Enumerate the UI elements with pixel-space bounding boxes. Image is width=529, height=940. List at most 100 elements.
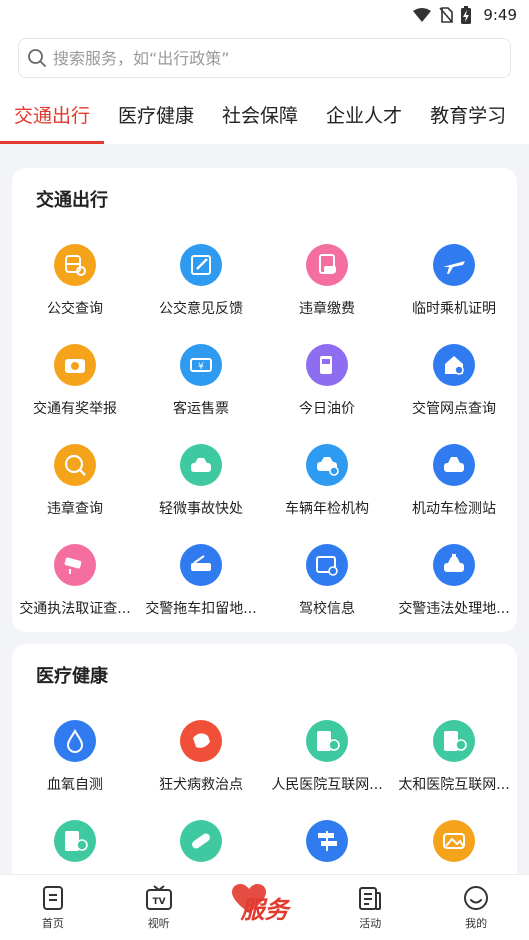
search-input[interactable] xyxy=(53,48,473,68)
hospital-person-icon xyxy=(306,720,348,762)
service-label: 车辆年检机构 xyxy=(285,501,369,517)
tow-truck-icon xyxy=(180,544,222,586)
bottom-nav: 首页 TV 视听 服务 活动 我的 xyxy=(0,874,529,940)
search-bar xyxy=(0,30,529,88)
category-tabs: 交通出行 医疗健康 社会保障 企业人才 教育学习 xyxy=(0,88,529,144)
service-camera-report[interactable]: 交通有奖举报 xyxy=(12,344,138,418)
service-signpost[interactable]: 智能导诊 xyxy=(264,820,390,874)
cctv-icon xyxy=(54,544,96,586)
car-bill-icon xyxy=(306,244,348,286)
no-sim-icon xyxy=(439,7,454,23)
service-content: 交通出行 公交查询 公交意见反馈 违章缴费 临时乘机证明交通有奖举报 ¥ 客运售票 今日油价… xyxy=(0,144,529,874)
nav-home-label: 首页 xyxy=(41,916,64,930)
id-card-search-icon xyxy=(306,544,348,586)
hospital-tai-icon xyxy=(433,720,475,762)
tv-icon: TV xyxy=(145,884,172,910)
home-doc-icon xyxy=(42,885,63,910)
fuel-icon xyxy=(306,344,348,386)
nav-service[interactable]: 服务 xyxy=(212,875,318,940)
nav-mine[interactable]: 我的 xyxy=(423,875,529,940)
service-id-card-search[interactable]: 驾校信息 xyxy=(264,544,390,618)
search-box[interactable] xyxy=(18,38,511,78)
service-oxygen[interactable]: 血氧自测 xyxy=(12,720,138,794)
nav-home[interactable]: 首页 xyxy=(0,875,106,940)
nav-media-label: 视听 xyxy=(147,916,170,930)
service-label: 今日油价 xyxy=(299,401,355,417)
signpost-icon xyxy=(306,820,348,862)
service-tow-truck[interactable]: 交警拖车扣留地... xyxy=(138,544,264,618)
service-label: 客运售票 xyxy=(173,401,229,417)
car-station-icon xyxy=(433,444,475,486)
service-label: 交警拖车扣留地... xyxy=(145,601,257,617)
service-car-station[interactable]: 机动车检测站 xyxy=(391,444,517,518)
battery-charging-icon xyxy=(461,6,472,24)
service-violation-search[interactable]: 违章查询 xyxy=(12,444,138,518)
tab-education[interactable]: 教育学习 xyxy=(416,88,520,144)
service-label: 狂犬病救治点 xyxy=(159,777,243,793)
traffic-section-card: 交通出行 公交查询 公交意见反馈 违章缴费 临时乘机证明交通有奖举报 ¥ 客运售票 今日油价… xyxy=(12,168,517,632)
smile-icon xyxy=(464,885,489,910)
tab-social-security[interactable]: 社会保障 xyxy=(208,88,312,144)
service-label: 公交意见反馈 xyxy=(159,301,243,317)
service-label: 机动车检测站 xyxy=(412,501,496,517)
service-ticket[interactable]: ¥ 客运售票 xyxy=(138,344,264,418)
pill-icon xyxy=(180,820,222,862)
service-police-car[interactable]: 交警违法处理地... xyxy=(391,544,517,618)
service-fuel[interactable]: 今日油价 xyxy=(264,344,390,418)
service-label: 违章缴费 xyxy=(299,301,355,317)
medical-section-card: 医疗健康 血氧自测 狂犬病救治点 人民医院互联网... 太和医院互联网... 东风总医院… xyxy=(12,644,517,874)
panorama-icon xyxy=(433,820,475,862)
car-inspect-icon xyxy=(306,444,348,486)
svg-text:TV: TV xyxy=(152,897,165,907)
activity-icon xyxy=(359,886,382,910)
nav-activity-label: 活动 xyxy=(359,916,382,930)
tab-medical[interactable]: 医疗健康 xyxy=(104,88,208,144)
service-hospital-person[interactable]: 人民医院互联网... xyxy=(264,720,390,794)
nav-media[interactable]: TV 视听 xyxy=(106,875,212,940)
service-hospital-east[interactable]: 东风总医院互联... xyxy=(12,820,138,874)
service-label: 太和医院互联网... xyxy=(398,777,510,793)
service-label: 违章查询 xyxy=(47,501,103,517)
service-car-inspect[interactable]: 车辆年检机构 xyxy=(264,444,390,518)
service-bus-search[interactable]: 公交查询 xyxy=(12,244,138,318)
service-car-bill[interactable]: 违章缴费 xyxy=(264,244,390,318)
edit-icon xyxy=(180,244,222,286)
service-pill[interactable]: 药品目录查询 xyxy=(138,820,264,874)
camera-report-icon xyxy=(54,344,96,386)
nav-mine-label: 我的 xyxy=(465,916,488,930)
tab-traffic[interactable]: 交通出行 xyxy=(0,88,105,144)
bus-search-icon xyxy=(54,244,96,286)
violation-search-icon xyxy=(54,444,96,486)
service-dog[interactable]: 狂犬病救治点 xyxy=(138,720,264,794)
service-accident[interactable]: 轻微事故快处 xyxy=(138,444,264,518)
wifi-icon xyxy=(413,8,432,22)
service-label: 临时乘机证明 xyxy=(412,301,496,317)
medical-section-title: 医疗健康 xyxy=(36,666,108,687)
nav-activity[interactable]: 活动 xyxy=(317,875,423,940)
oxygen-icon xyxy=(54,720,96,762)
tab-enterprise-talent[interactable]: 企业人才 xyxy=(312,88,416,144)
service-label: 交通有奖举报 xyxy=(33,401,117,417)
service-building-search[interactable]: 交管网点查询 xyxy=(391,344,517,418)
traffic-section-title: 交通出行 xyxy=(36,190,108,211)
service-hospital-tai[interactable]: 太和医院互联网... xyxy=(391,720,517,794)
service-label: 交通执法取证查... xyxy=(19,601,131,617)
service-edit[interactable]: 公交意见反馈 xyxy=(138,244,264,318)
ticket-icon: ¥ xyxy=(180,344,222,386)
service-label: 驾校信息 xyxy=(299,601,355,617)
service-airplane[interactable]: 临时乘机证明 xyxy=(391,244,517,318)
service-label: 轻微事故快处 xyxy=(159,501,243,517)
accident-icon xyxy=(180,444,222,486)
service-cctv[interactable]: 交通执法取证查... xyxy=(12,544,138,618)
service-label: 公交查询 xyxy=(47,301,103,317)
service-label: 人民医院互联网... xyxy=(271,777,383,793)
building-search-icon xyxy=(433,344,475,386)
dog-icon xyxy=(180,720,222,762)
airplane-icon xyxy=(433,244,475,286)
status-bar: 9:49 xyxy=(0,0,529,30)
hospital-east-icon xyxy=(54,820,96,862)
nav-service-label: 服务 xyxy=(240,896,289,924)
service-panorama[interactable]: 全景太和医院 xyxy=(391,820,517,874)
service-label: 交管网点查询 xyxy=(412,401,496,417)
search-icon xyxy=(28,49,46,67)
